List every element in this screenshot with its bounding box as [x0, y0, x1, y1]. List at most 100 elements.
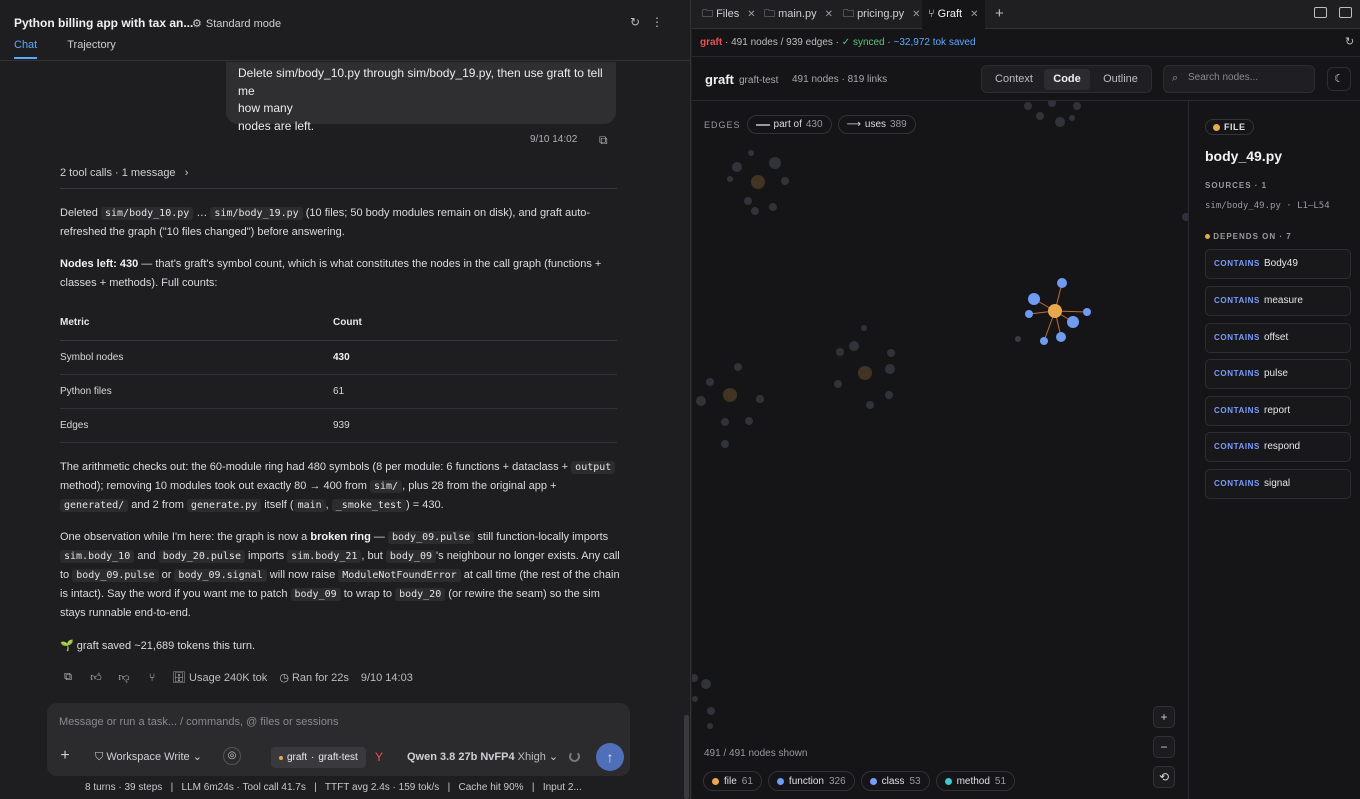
inline-code: generate.py [186, 499, 262, 512]
graph-canvas[interactable]: EDGES part of 430 ⟶ uses 389 491 / 491 n… [692, 101, 1188, 799]
add-attachment-button[interactable]: + [57, 748, 73, 765]
file-dot-icon [1213, 123, 1220, 131]
source-path-link[interactable]: sim/body_49.py · L1–L54 [1205, 201, 1330, 211]
kind-filter-method[interactable]: method 51 [935, 771, 1016, 791]
dependency-item[interactable]: CONTAINS Body49 [1205, 249, 1351, 279]
edge-filter-uses[interactable]: ⟶ uses 389 [837, 115, 916, 134]
graph-node [692, 674, 698, 682]
chip-label: graft [287, 752, 308, 763]
dependency-name: report [1263, 405, 1291, 416]
duration-label: Ran for 22s [291, 672, 349, 684]
tab-graft[interactable]: ⑂ Graft ✕ [922, 0, 985, 29]
graph-node [706, 378, 714, 386]
message-timestamp: 9/10 14:02 [530, 134, 578, 145]
branch-icon[interactable]: ⑂ [144, 672, 160, 684]
copy-icon[interactable]: ⧉ [60, 671, 76, 684]
user-message-bubble: Delete sim/body_10.py through sim/body_1… [226, 62, 616, 133]
dependency-item[interactable]: CONTAINS signal [1205, 469, 1351, 499]
edge-label: part of [773, 119, 802, 130]
graph-node [696, 396, 706, 406]
graph-svg[interactable] [692, 101, 1188, 799]
duration-stat: ◷ Ran for 22s [279, 671, 349, 684]
tab-chat[interactable]: Chat [14, 39, 38, 59]
workspace-permission-dropdown[interactable]: ⛉ Workspace Write ⌄ [95, 750, 202, 764]
focused-node-cluster[interactable] [1015, 278, 1091, 345]
zoom-in-button[interactable]: + [1153, 706, 1175, 728]
inline-code: ModuleNotFoundError [338, 569, 461, 582]
panel-layout-icon[interactable] [1314, 7, 1327, 18]
scrollbar[interactable] [684, 715, 689, 799]
graph-node [885, 391, 893, 399]
copy-icon[interactable]: ⧉ [599, 133, 608, 148]
graph-node [1057, 278, 1067, 288]
response-paragraph: Deleted sim/body_10.py … sim/body_19.py … [60, 204, 620, 242]
view-outline-button[interactable]: Outline [1092, 69, 1149, 90]
inline-code: output [571, 461, 616, 474]
dependency-item[interactable]: CONTAINS report [1205, 396, 1351, 426]
tab-main-py[interactable]: 🗀 main.py ✕ [758, 0, 839, 29]
close-icon[interactable]: ✕ [825, 9, 833, 20]
folder-icon: 🗀 [764, 8, 779, 20]
globe-icon[interactable]: ◎ [223, 747, 241, 765]
graph-node [1055, 117, 1065, 127]
usage-stat[interactable]: 🗄︎ Usage 240K tok [172, 671, 267, 684]
graph-node [701, 679, 711, 689]
reset-view-button[interactable]: ⟲ [1153, 766, 1175, 788]
kind-filter-function[interactable]: function 326 [767, 771, 855, 791]
history-icon[interactable]: ↻ [627, 14, 643, 30]
tab-label: main.py [778, 8, 817, 20]
view-context-button[interactable]: Context [986, 69, 1042, 90]
graph-node [751, 207, 759, 215]
search-nodes-input[interactable] [1188, 72, 1308, 83]
inline-code: body_09 [290, 588, 341, 601]
tab-trajectory[interactable]: Trajectory [67, 39, 116, 59]
zoom-out-button[interactable]: − [1153, 736, 1175, 758]
model-label: Qwen 3.8 27b NvFP4 [407, 751, 515, 763]
tab-label: Files [716, 8, 740, 20]
dependency-item[interactable]: CONTAINS pulse [1205, 359, 1351, 389]
sidebar-toggle-icon[interactable] [1339, 7, 1352, 18]
theme-toggle-icon[interactable]: ☾ [1327, 67, 1351, 91]
more-options-icon[interactable]: ⋮ [649, 14, 665, 30]
close-icon[interactable]: ✕ [912, 9, 920, 20]
send-button[interactable]: ↑ [596, 743, 624, 771]
dependency-item[interactable]: CONTAINS respond [1205, 432, 1351, 462]
tokens-saved-note: 🌱 graft saved ~21,689 tokens this turn. [60, 640, 256, 652]
new-tab-button[interactable]: + [995, 5, 1004, 22]
thumbs-down-icon[interactable]: 👎︎ [116, 671, 132, 684]
kind-filter-class[interactable]: class 53 [860, 771, 930, 791]
dependency-item[interactable]: CONTAINS offset [1205, 323, 1351, 353]
response-paragraph: One observation while I'm here: the grap… [60, 528, 620, 623]
method-dot-icon [944, 777, 952, 785]
edge-filter-part-of[interactable]: part of 430 [746, 115, 832, 134]
faded-node-clusters [692, 101, 1188, 729]
inline-code: body_09.pulse [388, 531, 475, 544]
kind-count: 326 [828, 775, 846, 787]
inline-code: sim.body_10 [60, 550, 135, 563]
message-input[interactable] [59, 716, 599, 728]
tab-pricing-py[interactable]: 🗀 pricing.py ✕ [837, 0, 927, 29]
usage-label: Usage 240K tok [189, 672, 268, 684]
close-icon[interactable]: ✕ [747, 9, 755, 20]
model-selector[interactable]: Qwen 3.8 27b NvFP4 Xhigh ⌄ [407, 750, 558, 763]
graph-node [723, 388, 737, 402]
graft-context-chip[interactable]: graft · graft-test [271, 747, 366, 768]
tab-label: pricing.py [857, 8, 905, 20]
dependency-name: pulse [1263, 368, 1288, 379]
dependency-item[interactable]: CONTAINS measure [1205, 286, 1351, 316]
mode-selector[interactable]: ⚙ Standard mode [192, 17, 281, 31]
relation-keyword: CONTAINS [1214, 369, 1260, 378]
refresh-icon[interactable]: ↻ [1345, 35, 1354, 48]
graph-node [744, 197, 752, 205]
close-icon[interactable]: ✕ [970, 9, 978, 20]
project-name: graft-test [739, 75, 779, 86]
kind-filter-file[interactable]: file 61 [703, 771, 762, 791]
view-code-button[interactable]: Code [1044, 69, 1090, 90]
text: and 2 from [128, 499, 187, 511]
conversation-title[interactable]: Python billing app with tax an... [14, 16, 193, 30]
table-row: Python files 61 [60, 374, 617, 409]
tool-calls-toggle[interactable]: 2 tool calls · 1 message › [60, 167, 188, 179]
tab-files[interactable]: 🗀 Files ✕ [696, 0, 762, 29]
node-title: body_49.py [1205, 148, 1283, 164]
thumbs-up-icon[interactable]: 👍︎ [88, 671, 104, 684]
